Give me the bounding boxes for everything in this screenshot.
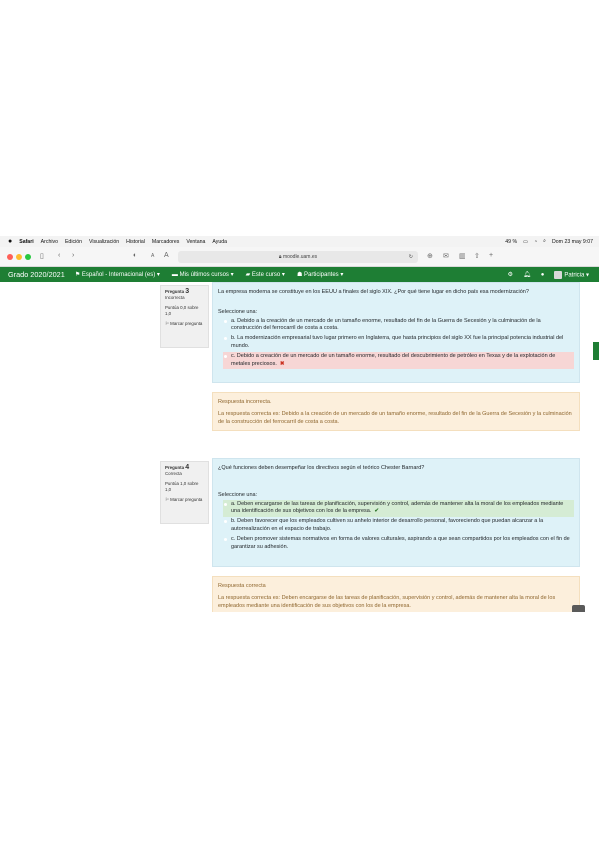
- menu-ventana[interactable]: Ventana: [186, 239, 205, 245]
- user-name: Patricia ▾: [564, 272, 589, 279]
- courses-icon: ▬: [171, 272, 180, 278]
- language-menu[interactable]: ⚑ Español - Internacional (es) ▾: [75, 271, 160, 278]
- language-label: Español - Internacional (es) ▾: [81, 272, 160, 278]
- menu-ayuda[interactable]: Ayuda: [212, 239, 227, 245]
- privacy-icon[interactable]: ◐: [133, 252, 137, 259]
- search-icon[interactable]: ⌕: [543, 238, 546, 245]
- question-body-3: La empresa moderna se constituye en los …: [212, 282, 580, 383]
- wifi-icon[interactable]: ◔: [534, 239, 537, 245]
- flag-question[interactable]: ⚐ Marcar pregunta: [165, 497, 204, 503]
- question-body-4: ¿Qué funciones deben desempeñar los dire…: [212, 458, 580, 567]
- menu-marcadores[interactable]: Marcadores: [152, 239, 179, 245]
- menu-safari[interactable]: Safari: [19, 239, 33, 245]
- radio-button[interactable]: [224, 520, 227, 524]
- menu-archivo[interactable]: Archivo: [41, 239, 58, 245]
- users-icon: ☗: [296, 272, 304, 278]
- window-controls: [7, 254, 31, 260]
- battery-icon[interactable]: ▭: [523, 239, 528, 245]
- download-icon[interactable]: ⊕: [427, 252, 433, 260]
- text-smaller-icon[interactable]: A: [151, 253, 154, 259]
- flag-question[interactable]: ⚐ Marcar pregunta: [165, 321, 204, 327]
- question-text: La empresa moderna se constituye en los …: [218, 289, 529, 295]
- address-bar[interactable]: 🔒︎ moodle.uam.es ↻: [178, 251, 418, 263]
- browser-toolbar: ▯ ‹ › ◐ A A 🔒︎ moodle.uam.es ↻ ⊕ ✉ ▥ ⇧ +: [0, 247, 599, 267]
- sidebar-icon[interactable]: ▯: [40, 252, 44, 260]
- apple-icon[interactable]: ●: [8, 238, 12, 245]
- minimize-window-button[interactable]: [16, 254, 22, 260]
- macos-menubar: ● Safari Archivo Edición Visualización H…: [0, 236, 599, 247]
- radio-button[interactable]: [224, 337, 227, 341]
- answer-option-a[interactable]: a. Deben encargarse de las tareas de pla…: [223, 499, 574, 518]
- navbar-right: ⚙ 🔔︎ ● Patricia ▾: [508, 267, 589, 282]
- answer-prompt: Seleccione una:: [218, 308, 258, 315]
- site-brand[interactable]: Grado 2020/2021: [8, 270, 65, 279]
- flag-icon: ⚑: [74, 272, 82, 278]
- back-icon[interactable]: ‹: [58, 252, 60, 259]
- correct-icon: ✔: [374, 508, 379, 515]
- drawer-toggle[interactable]: [593, 342, 599, 360]
- question-status: Correcta: [165, 471, 182, 477]
- zoom-window-button[interactable]: [25, 254, 31, 260]
- user-menu[interactable]: Patricia ▾: [554, 270, 589, 279]
- more-options-button[interactable]: [572, 605, 585, 612]
- forward-icon[interactable]: ›: [72, 252, 74, 259]
- menu-edicion[interactable]: Edición: [65, 239, 82, 245]
- recent-courses-menu[interactable]: ▬ Mis últimos cursos ▾: [172, 271, 234, 278]
- radio-button[interactable]: [224, 502, 227, 506]
- participants-label: Participantes ▾: [303, 272, 344, 278]
- radio-button[interactable]: [224, 537, 227, 541]
- text-larger-icon[interactable]: A: [164, 252, 169, 259]
- answer-option-b[interactable]: b. La modernización empresarial tuvo lug…: [223, 334, 574, 352]
- feedback-4: Respuesta correcta La respuesta correcta…: [212, 576, 580, 612]
- feedback-title: Respuesta correcta: [218, 583, 266, 589]
- notifications-icon[interactable]: 🔔︎: [523, 271, 531, 278]
- page-content: Pregunta 3 Incorrecta Puntúa 0,0 sobre 1…: [0, 282, 599, 612]
- feedback-3: Respuesta incorrecta. La respuesta corre…: [212, 392, 580, 431]
- incorrect-icon: ✖: [279, 360, 285, 367]
- menubar-status: 49 % ▭ ◔ ⌕ Dom 23 may 9:07: [505, 236, 593, 247]
- menu-visualizacion[interactable]: Visualización: [89, 239, 119, 245]
- answer-prompt: Seleccione una:: [218, 491, 258, 498]
- settings-icon[interactable]: ⚙: [508, 271, 513, 278]
- messages-icon[interactable]: ●: [541, 272, 545, 278]
- question-info-3: Pregunta 3 Incorrecta Puntúa 0,0 sobre 1…: [160, 285, 209, 348]
- close-window-button[interactable]: [7, 254, 13, 260]
- new-tab-icon[interactable]: +: [489, 252, 493, 259]
- reload-icon[interactable]: ↻: [409, 251, 413, 263]
- tab-overview-icon[interactable]: ▥: [459, 252, 466, 260]
- question-status: Incorrecta: [165, 295, 185, 301]
- question-score: Puntúa 0,0 sobre 1,0: [165, 304, 199, 317]
- recent-courses-label: Mis últimos cursos ▾: [179, 272, 234, 278]
- menu-historial[interactable]: Historial: [126, 239, 145, 245]
- moodle-navbar: Grado 2020/2021 ⚑ Español - Internaciona…: [0, 267, 599, 282]
- feedback-text: La respuesta correcta es: Debido a la cr…: [218, 410, 572, 425]
- radio-button[interactable]: [224, 354, 227, 358]
- battery-percent: 49 %: [505, 238, 518, 245]
- radio-button[interactable]: [224, 319, 227, 323]
- question-text: ¿Qué funciones deben desempeñar los dire…: [218, 465, 425, 471]
- answer-option-c[interactable]: c. Debido a creación de un mercado de un…: [223, 351, 574, 370]
- feedback-title: Respuesta incorrecta.: [218, 399, 272, 405]
- share-icon[interactable]: ⇧: [474, 252, 480, 260]
- avatar: [554, 270, 563, 279]
- screen: ● Safari Archivo Edición Visualización H…: [0, 236, 599, 612]
- feedback-text: La respuesta correcta es: Deben encargar…: [218, 594, 556, 609]
- participants-menu[interactable]: ☗ Participantes ▾: [297, 271, 343, 278]
- this-course-label: Este curso ▾: [251, 272, 285, 278]
- this-course-menu[interactable]: ▰ Este curso ▾: [246, 271, 285, 278]
- answer-option-a[interactable]: a. Debido a la creación de un mercado de…: [223, 317, 574, 335]
- lock-icon: 🔒︎: [278, 254, 282, 260]
- mail-icon[interactable]: ✉: [443, 252, 449, 260]
- question-score: Puntúa 1,0 sobre 1,0: [165, 480, 199, 493]
- answer-option-c[interactable]: c. Deben promover sistemas normativos en…: [223, 535, 574, 553]
- url-text: moodle.uam.es: [282, 254, 318, 260]
- answer-option-b[interactable]: b. Deben favorecer que los empleados cul…: [223, 517, 574, 535]
- question-info-4: Pregunta 4 Correcta Puntúa 1,0 sobre 1,0…: [160, 461, 209, 524]
- datetime[interactable]: Dom 23 may 9:07: [552, 239, 593, 245]
